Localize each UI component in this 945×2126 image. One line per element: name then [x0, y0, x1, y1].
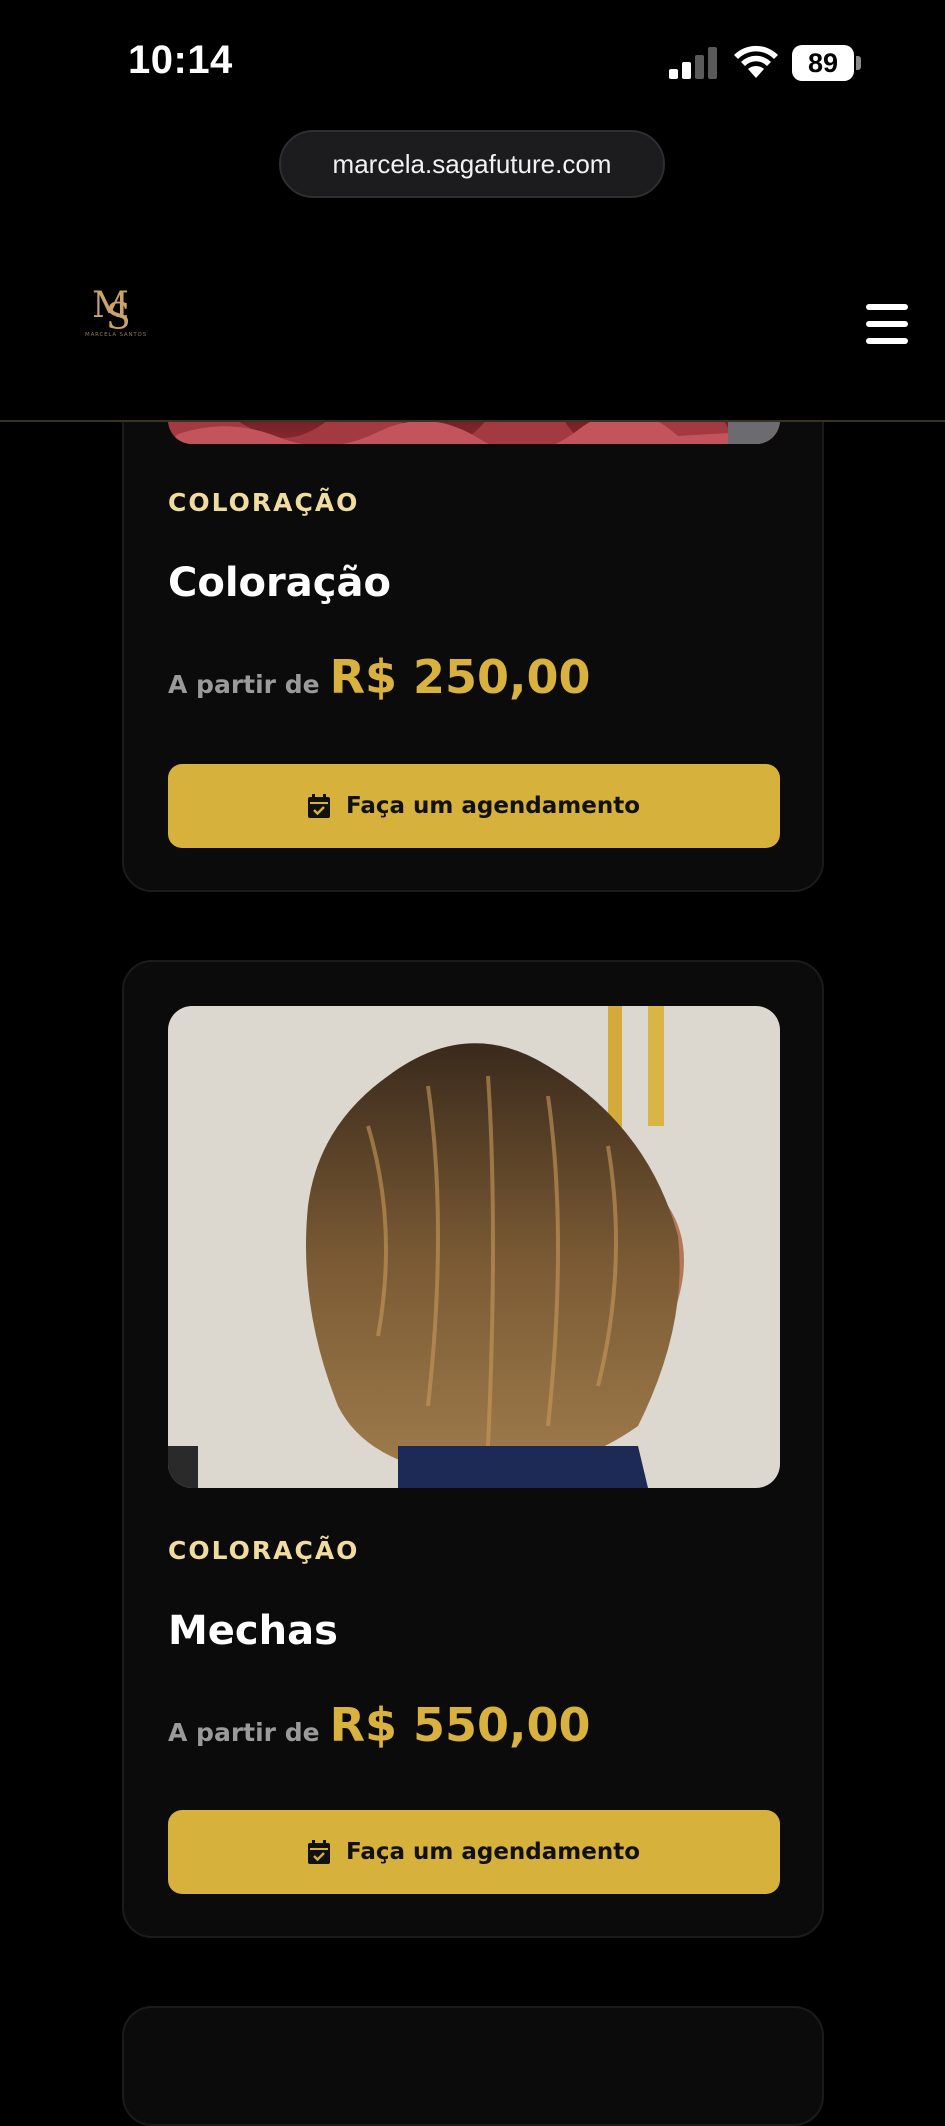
price-prefix: A partir de [168, 1718, 320, 1747]
service-card [122, 2006, 824, 2126]
site-header: MS MARCELA SANTOS [0, 238, 945, 422]
service-title: Coloração [168, 560, 391, 606]
price-value: R$ 550,00 [329, 1698, 591, 1752]
calendar-check-icon [307, 1840, 330, 1864]
service-image [168, 1006, 780, 1488]
service-title: Mechas [168, 1608, 338, 1654]
battery-level: 89 [807, 48, 839, 78]
service-category: COLORAÇÃO [168, 488, 360, 517]
signal-icon [669, 47, 717, 79]
book-appointment-button[interactable]: Faça um agendamento [168, 764, 780, 848]
battery-icon: 89 [792, 45, 862, 81]
book-appointment-button[interactable]: Faça um agendamento [168, 1810, 780, 1894]
logo-mark: MS [92, 285, 131, 338]
service-card: COLORAÇÃO Mechas A partir de R$ 550,00 Fa… [122, 960, 824, 1938]
service-category: COLORAÇÃO [168, 1536, 360, 1565]
hamburger-menu-icon[interactable] [862, 300, 912, 348]
book-button-label: Faça um agendamento [345, 1839, 641, 1865]
status-time: 10:14 [128, 38, 233, 82]
url-bar[interactable]: marcela.sagafuture.com [279, 130, 665, 198]
book-button-label: Faça um agendamento [345, 793, 641, 819]
price-value: R$ 250,00 [329, 650, 591, 704]
price-row: A partir de R$ 250,00 [168, 650, 591, 710]
wifi-icon [734, 45, 778, 78]
calendar-check-icon [307, 794, 330, 818]
logo[interactable]: MS MARCELA SANTOS [78, 284, 154, 344]
price-row: A partir de R$ 550,00 [168, 1698, 591, 1758]
logo-text: MARCELA SANTOS [85, 332, 147, 338]
price-prefix: A partir de [168, 670, 320, 699]
status-bar: 10:14 89 [0, 0, 945, 120]
